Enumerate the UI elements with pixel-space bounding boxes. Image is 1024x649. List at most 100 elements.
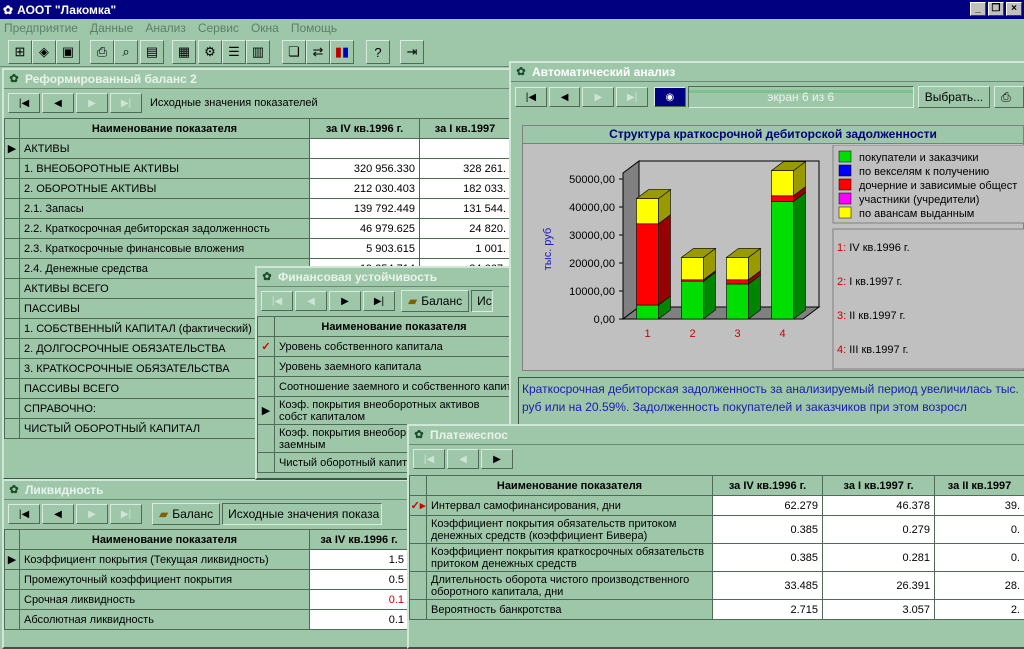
col-header: Наименование показателя (426, 475, 713, 496)
bar-segment (681, 280, 704, 320)
restore-button[interactable]: ❐ (988, 2, 1004, 16)
chart-icon[interactable]: ▮ ▮ (330, 40, 354, 64)
legend-label: покупатели и заказчики (859, 152, 979, 164)
prev-record-button[interactable]: ◀ (42, 504, 74, 524)
table-row[interactable]: ▶ Коэффициент покрытия (Текущая ликвиднос… (4, 549, 409, 570)
prev-record-button[interactable]: ◀ (548, 87, 581, 107)
last-record-button[interactable]: ▶| (110, 504, 142, 524)
print-preview-icon[interactable]: ⌕ (114, 40, 138, 64)
app-titlebar: ✿ АООТ "Лакомка" _ ❐ × (0, 0, 1024, 19)
bar-side (658, 214, 671, 306)
table-row[interactable]: Срочная ликвидность 0.1 (4, 589, 409, 610)
first-record-button[interactable]: |◀ (261, 291, 293, 311)
next-record-button[interactable]: ▶ (481, 449, 513, 469)
checkmark-pointer-icon: ✓▸ (409, 495, 427, 516)
bar-segment (771, 195, 794, 202)
table-row[interactable]: ▶ АКТИВЫ (4, 138, 511, 159)
table-row[interactable]: Длительность оборота чистого производств… (409, 571, 1024, 600)
table-row[interactable]: ▶ Коэф. покрытия внеоборотных активов соб… (257, 396, 514, 425)
exit-icon[interactable]: ⇥ (400, 40, 424, 64)
next-record-button[interactable]: ▶ (76, 504, 108, 524)
mode-field[interactable]: Исходные значения показа (222, 503, 383, 525)
payment-window-title: ✿ Платежеспос (409, 426, 1024, 445)
last-record-button[interactable]: ▶| (110, 93, 142, 113)
table-row[interactable]: 1. ВНЕОБОРОТНЫЕ АКТИВЫ 320 956.330 328 261… (4, 158, 511, 179)
balance-button[interactable]: ▰ Баланс (152, 503, 221, 525)
table-row[interactable]: Абсолютная ликвидность 0.1 (4, 609, 409, 630)
first-record-button[interactable]: |◀ (8, 93, 40, 113)
table-row[interactable]: ✓ Уровень собственного капитала (257, 336, 514, 357)
legend-swatch (838, 178, 852, 191)
menu-windows[interactable]: Окна (251, 21, 279, 35)
last-record-button[interactable]: ▶| (616, 87, 648, 107)
x-tick-label: 1 (644, 328, 650, 340)
bar-side (793, 191, 806, 320)
open-icon[interactable]: ◈ (32, 40, 56, 64)
save-icon[interactable]: ▣ (56, 40, 80, 64)
legend-label: по авансам выданным (859, 208, 974, 220)
y-tick-label: 20000,00 (569, 258, 615, 270)
choose-button[interactable]: Выбрать... (917, 86, 991, 108)
copy-icon[interactable]: ❏ (282, 40, 306, 64)
balance-button[interactable]: ▰ Баланс (401, 290, 470, 312)
app-title: АООТ "Лакомка" (17, 2, 117, 17)
table-row[interactable]: ✓▸ Интервал самофинансирования, дни 62.279… (409, 495, 1024, 516)
col-header: за I кв.1997 г. (822, 475, 935, 496)
legend-swatch (838, 206, 852, 219)
window-icon: ✿ (9, 484, 19, 496)
menu-service[interactable]: Сервис (198, 21, 239, 35)
table-row[interactable]: Промежуточный коэффициент покрытия 0.5 (4, 569, 409, 590)
table-row[interactable]: Коэффициент покрытия обязательств приток… (409, 515, 1024, 544)
table-row[interactable]: 2.3. Краткосрочные финансовые вложения 5 … (4, 238, 511, 259)
structure-icon[interactable]: ⊞ (8, 40, 32, 64)
first-record-button[interactable]: |◀ (413, 449, 445, 469)
prev-record-button[interactable]: ◀ (295, 291, 327, 311)
menu-help[interactable]: Помощь (291, 21, 337, 35)
menu-data[interactable]: Данные (90, 21, 133, 35)
next-record-button[interactable]: ▶ (329, 291, 361, 311)
legend-swatch (838, 150, 852, 163)
menu-analysis[interactable]: Анализ (145, 21, 186, 35)
table-row[interactable]: Вероятность банкротства 2.715 3.057 2. (409, 599, 1024, 620)
bar-segment (771, 201, 794, 320)
category-label: 1: IV кв.1996 г. (837, 242, 910, 254)
bar-segment (636, 223, 659, 306)
prev-record-button[interactable]: ◀ (447, 449, 479, 469)
window-icon: ✿ (262, 271, 272, 283)
prev-record-button[interactable]: ◀ (42, 93, 74, 113)
menu-bar: Предприятие Данные Анализ Сервис Окна По… (0, 19, 1024, 37)
menu-enterprise[interactable]: Предприятие (4, 21, 78, 35)
liquidity-window: ✿ Ликвидность |◀ ◀ ▶ ▶| ▰ Баланс Исходные … (2, 479, 410, 649)
payment-nav: |◀ ◀ ▶ (409, 446, 513, 472)
print-icon[interactable]: ⎙ (994, 86, 1024, 108)
checkmark-icon: ✓ (257, 336, 275, 357)
payment-window: ✿ Платежеспос |◀ ◀ ▶ Наименование показат… (407, 424, 1024, 649)
transfer-icon[interactable]: ⇄ (306, 40, 330, 64)
first-record-button[interactable]: |◀ (8, 504, 40, 524)
minimize-button[interactable]: _ (970, 2, 986, 16)
film-icon[interactable]: ◉ (653, 87, 686, 107)
help-icon[interactable]: ? (366, 40, 390, 64)
y-tick-label: 30000,00 (569, 230, 615, 242)
table-row[interactable]: Соотношение заемного и собственного капи… (257, 376, 514, 397)
mode-field[interactable]: Ис (471, 290, 494, 312)
table-row[interactable]: Уровень заемного капитала (257, 356, 514, 377)
table-icon[interactable]: ▦ (172, 40, 196, 64)
close-button[interactable]: × (1006, 2, 1022, 16)
next-record-button[interactable]: ▶ (582, 87, 615, 107)
liquidity-window-title: ✿ Ликвидность (4, 481, 408, 500)
table-row[interactable]: 2.1. Запасы 139 792.449 131 544. (4, 198, 511, 219)
last-record-button[interactable]: ▶| (363, 291, 395, 311)
report-icon[interactable]: ▤ (140, 40, 164, 64)
legend-swatch (838, 164, 852, 177)
document-icon[interactable]: ▥ (246, 40, 270, 64)
next-record-button[interactable]: ▶ (76, 93, 108, 113)
table-row[interactable]: 2. ОБОРОТНЫЕ АКТИВЫ 212 030.403 182 033. (4, 178, 511, 199)
list-icon[interactable]: ☰ (222, 40, 246, 64)
table-row[interactable]: Коэффициент покрытия краткосрочных обяза… (409, 543, 1024, 572)
table-row[interactable]: 2.2. Краткосрочная дебиторская задолженн… (4, 218, 511, 239)
print-icon[interactable]: ⎙ (90, 40, 114, 64)
calc-icon[interactable]: ⚙ (198, 40, 222, 64)
col-header: Наименование показателя (19, 118, 310, 139)
first-record-button[interactable]: |◀ (515, 87, 547, 107)
